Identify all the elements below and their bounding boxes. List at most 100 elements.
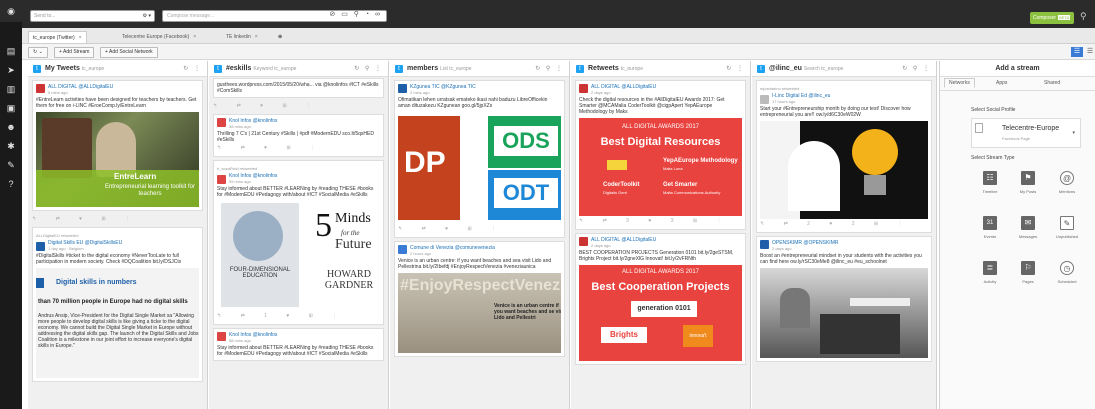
tweet-actions[interactable]: ↰ ⇄ ♥ ⊞ ⋮ (209, 101, 388, 111)
add-stream-button[interactable]: + Add Stream (54, 47, 95, 58)
timestamp[interactable]: 58 mins ago (229, 124, 380, 129)
avatar[interactable] (760, 240, 769, 249)
timestamp[interactable]: 17 hours ago (772, 99, 928, 104)
timestamp[interactable]: 5 mins ago (48, 90, 199, 95)
tab-telecentre-facebook[interactable]: Telecentre Europe (Facebook) × (118, 31, 200, 43)
add-tab-icon[interactable]: ⊕ (274, 31, 286, 43)
tweet-card[interactable]: ALL DIGITAL @ALLDigitalEU 2 days ago Che… (575, 80, 746, 230)
tweet-card[interactable]: ALLDigitalEU retweeted Digital Skills EU… (32, 227, 203, 382)
tweet-card[interactable]: mjcantarino retweeted I-Linc Digital Ed … (756, 80, 932, 233)
stream-controls-icons[interactable]: ↻ ⋮ (726, 65, 745, 72)
best-cooperation-projects-image[interactable]: ALL DIGITAL AWARDS 2017 Best Cooperation… (579, 265, 742, 361)
stream-type-pages[interactable]: ⚐ Pages (1011, 261, 1045, 295)
tweet-actions[interactable]: ↰ ⇄ ♥ ⊞ ⋮ (28, 214, 207, 224)
stream-type-unpublished[interactable]: ✎ Unpublished (1050, 216, 1084, 250)
avatar[interactable] (36, 84, 45, 93)
tweet-card[interactable]: ALL DIGITAL @ALLDigitalEU 5 mins ago #En… (32, 80, 203, 211)
avatar[interactable] (217, 175, 226, 184)
streams-nav-icon[interactable]: ▤ (0, 42, 22, 61)
timestamp[interactable]: 2 mins ago (410, 90, 561, 95)
tweet-actions[interactable]: ↰ ⇄ 2 ♥ 2 ⊞ ⋮ (760, 219, 928, 229)
refresh-button[interactable]: ↻ ⌄ (28, 47, 48, 58)
send-to-dropdown-icon[interactable]: ⚙ ▾ (143, 12, 151, 20)
stream-type-mentions[interactable]: @ Mentions (1050, 171, 1084, 205)
avatar[interactable] (217, 332, 226, 341)
tweet-card[interactable]: OPENSKIMR @OPENSKIMR 2 days ago Boost an… (756, 236, 932, 362)
libreoffice-image[interactable]: DP ODS ODT (398, 112, 561, 224)
analytics-nav-icon[interactable]: ▥ (0, 80, 22, 99)
stream-type-scheduled[interactable]: ◷ Scheduled (1050, 261, 1084, 295)
tab-te-linkedin[interactable]: TE linkedin × (222, 31, 262, 43)
publisher-nav-icon[interactable]: ➤ (0, 61, 22, 80)
close-tab-icon[interactable]: × (255, 34, 258, 40)
avatar[interactable] (760, 95, 769, 104)
timestamp[interactable]: 2 days ago (772, 246, 928, 251)
tweet-card[interactable]: h_sozaField retweeted Knol Infos @knolin… (213, 160, 384, 325)
timestamp[interactable]: 1 day ago · Belgium (48, 246, 199, 251)
profile-selector[interactable]: Telecentre-Europe Facebook Page ▾ (971, 118, 1081, 148)
tweet-card[interactable]: Comune di Venezia @comunevenezia 2 hours… (394, 241, 565, 357)
app-directory-nav-icon[interactable]: ✱ (0, 137, 22, 156)
books-image[interactable]: FOUR-DIMENSIONAL EDUCATION 5 Minds for t… (217, 201, 380, 311)
timestamp[interactable]: 2 days ago (591, 90, 742, 95)
stream-controls-icons[interactable]: ↻ ⚲ ⋮ (902, 65, 931, 72)
add-social-network-button[interactable]: + Add Social Network (100, 47, 158, 58)
entrelearn-image[interactable]: EntreLearn Entrepreneurial learning tool… (36, 112, 199, 207)
timestamp[interactable]: 2 hours ago (410, 251, 561, 256)
close-tab-icon[interactable]: × (79, 35, 82, 41)
tweet-actions[interactable]: ↰ ⇄ 3 ♥ 3 ⊞ ⋮ (579, 216, 742, 226)
tweet-card[interactable]: KZgunea TIC @KZgunea TIC 2 mins ago Ofim… (394, 80, 565, 238)
tweet-card[interactable]: gusthees.wordpress.com/2015/05/20/wha...… (213, 78, 384, 98)
list-view-icon[interactable]: ☰ (1071, 47, 1083, 57)
tweet-actions[interactable]: ↰ ⇄ ♥ ⊞ ⋮ (398, 224, 561, 234)
classroom-image[interactable] (760, 268, 928, 358)
hootsuite-logo-icon[interactable]: ◉ (0, 0, 22, 22)
tweet-card[interactable]: ALL DIGITAL @ALLDigitalEU 2 days ago BES… (575, 233, 746, 365)
digital-skills-title: Digital skills in numbers (56, 279, 137, 286)
stream-controls-icons[interactable]: ↻ ⚲ ⋮ (354, 65, 383, 72)
tab-apps[interactable]: Apps (996, 80, 1007, 86)
tab-tc-europe-twitter[interactable]: tc_europe (Twitter) × (28, 31, 87, 43)
compose-message-input[interactable]: Compose message... ⊘ ▭ ⚲ ◔ ∞ (162, 10, 387, 22)
stream-members: t members List tc_europe ↻ ⚲ ⋮ KZgunea TI… (390, 61, 570, 409)
tweet-actions[interactable]: ↰ ⇄ ♥ ⊞ ⋮ (217, 143, 380, 153)
lightbulb-image[interactable] (760, 121, 928, 219)
avatar[interactable] (398, 84, 407, 93)
avatar[interactable] (217, 118, 226, 127)
stream-type-my-posts[interactable]: ⚑ My Posts (1011, 171, 1045, 205)
timestamp[interactable]: 58 mins ago (229, 338, 380, 343)
avatar[interactable] (398, 245, 407, 254)
avatar[interactable] (579, 84, 588, 93)
chevron-down-icon[interactable]: ▾ (1072, 130, 1075, 136)
brights-logo: Brights (601, 327, 647, 343)
tools-nav-icon[interactable]: ✎ (0, 156, 22, 175)
venezia-image[interactable]: #EnjoyRespectVenezia Venice is an urban … (398, 273, 561, 353)
avatar[interactable] (579, 237, 588, 246)
timestamp[interactable]: 2 days ago (591, 243, 742, 248)
stream-type-timeline[interactable]: ☷ Timeline (973, 171, 1007, 205)
stream-type-label: Mentions (1058, 189, 1076, 194)
compose-tools-icons[interactable]: ⊘ ▭ ⚲ ◔ ∞ (329, 11, 382, 19)
stream-type-events[interactable]: 31 Events (973, 216, 1007, 250)
contacts-nav-icon[interactable]: ☻ (0, 118, 22, 137)
digital-skills-image[interactable]: Digital skills in numbers than 70 millio… (36, 268, 199, 378)
stream-type-activity[interactable]: ≣ Activity (973, 261, 1007, 295)
tweet-card[interactable]: Knol Infos @knolinfos 58 mins ago Thrill… (213, 114, 384, 157)
best-digital-resources-image[interactable]: ALL DIGITAL AWARDS 2017 Best Digital Res… (579, 118, 742, 216)
assignments-nav-icon[interactable]: ▣ (0, 99, 22, 118)
avatar[interactable] (36, 242, 45, 251)
stream-type-messages[interactable]: ✉ Messages (1011, 216, 1045, 250)
help-nav-icon[interactable]: ? (0, 175, 22, 194)
tab-networks[interactable]: Networks (944, 78, 975, 88)
close-tab-icon[interactable]: × (193, 34, 196, 40)
timestamp[interactable]: 59 mins ago (229, 179, 380, 184)
tab-shared[interactable]: Shared (1044, 80, 1060, 86)
stream-controls-icons[interactable]: ↻ ⋮ (183, 65, 202, 72)
search-icon[interactable]: ⚲ (1080, 11, 1087, 22)
grid-view-icon[interactable]: ☰ (1085, 47, 1095, 57)
stream-controls-icons[interactable]: ↻ ⚲ ⋮ (535, 65, 564, 72)
composer-button[interactable]: Composer BETA (1030, 12, 1074, 24)
tweet-actions[interactable]: ↰ ⇄ 1 ♥ ⊞ ⋮ (217, 311, 380, 321)
tweet-card[interactable]: Knol Infos @knolinfos 58 mins ago Stay i… (213, 328, 384, 361)
send-to-field[interactable]: Send to... ⚙ ▾ (30, 10, 155, 22)
